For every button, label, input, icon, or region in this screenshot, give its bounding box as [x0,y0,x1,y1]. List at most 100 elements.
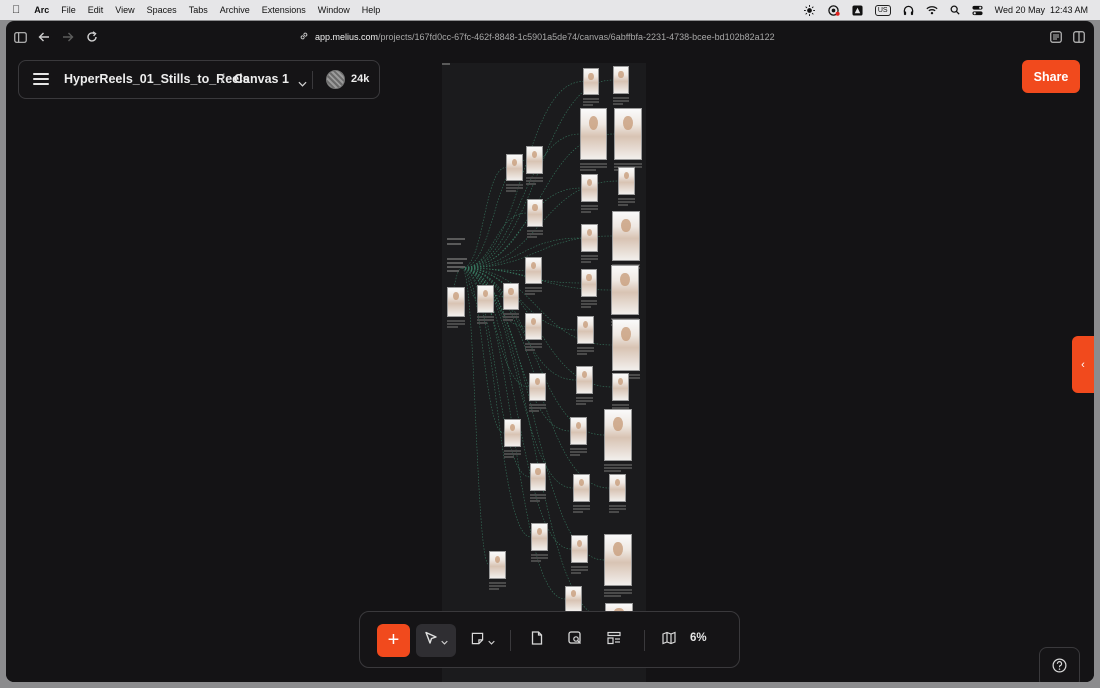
brightness-icon[interactable] [803,4,815,16]
image-node-caption [614,163,642,165]
canvas-name[interactable]: Canvas 1 [234,72,289,86]
menu-app-name[interactable]: Arc [34,5,49,15]
image-search-tool-button[interactable] [563,624,587,657]
prompt-note-line [447,270,459,272]
image-node[interactable] [618,167,635,195]
image-node-caption [525,290,542,292]
keyboard-layout-indicator[interactable]: US [874,4,891,16]
image-node[interactable] [613,66,629,94]
app-status-icon[interactable] [852,4,863,16]
menu-edit[interactable]: Edit [88,5,104,15]
project-header: HyperReels_01_Stills_to_Reels / Canvas 1… [18,60,380,99]
image-node-caption [504,456,514,458]
image-node[interactable] [604,534,632,586]
image-node[interactable] [609,474,626,502]
image-node[interactable] [604,409,632,461]
image-node[interactable] [503,283,519,310]
image-node[interactable] [573,474,590,502]
map-icon [661,631,677,650]
image-node-caption [530,497,546,499]
menubar-datetime[interactable]: Wed 20 May 12:43 AM [995,5,1088,15]
image-node-caption [506,187,523,189]
image-node-caption [477,319,494,321]
toolbar-divider [644,630,645,651]
image-node[interactable] [489,551,506,579]
menu-tabs[interactable]: Tabs [189,5,208,15]
plus-icon: + [387,629,400,651]
image-node[interactable] [583,68,599,95]
image-node[interactable] [612,319,640,371]
prompt-note-line [442,63,450,65]
image-node[interactable] [526,146,543,174]
image-node[interactable] [527,199,543,227]
image-node[interactable] [506,154,523,181]
image-node-caption [581,255,598,257]
image-node[interactable] [529,373,546,401]
share-button[interactable]: Share [1022,60,1080,93]
spotlight-search-icon[interactable] [950,5,960,15]
menu-spaces[interactable]: Spaces [147,5,177,15]
help-button[interactable] [1039,647,1080,682]
image-node[interactable] [525,313,542,340]
image-node[interactable] [581,224,598,252]
prompt-note-line [447,266,465,268]
note-tool-button[interactable] [468,624,498,657]
image-node[interactable] [581,269,597,297]
page-info-icon[interactable] [1048,29,1064,45]
canvas-board[interactable] [442,63,646,682]
minimap-button[interactable] [657,624,681,657]
back-icon[interactable] [36,29,52,45]
address-bar[interactable]: app.melius.com/projects/167fd0cc-67fc-46… [299,30,775,44]
forward-icon[interactable] [60,29,76,45]
image-node[interactable] [580,108,607,160]
image-node-caption [570,451,587,453]
menu-extensions[interactable]: Extensions [262,5,306,15]
image-node[interactable] [576,366,593,394]
image-node-caption [526,183,536,185]
image-node-caption [580,166,607,168]
image-node[interactable] [571,535,588,563]
side-panel-toggle[interactable]: ‹ [1072,336,1094,393]
sidebar-icon[interactable] [12,29,28,45]
image-node[interactable] [477,285,494,313]
image-node-caption [583,104,593,106]
menu-help[interactable]: Help [362,5,381,15]
image-node[interactable] [504,419,521,447]
zoom-level[interactable]: 6% [690,632,707,644]
reload-icon[interactable] [84,29,100,45]
image-node[interactable] [581,174,598,202]
layout-icon [607,631,621,650]
image-node[interactable] [612,211,640,261]
menu-view[interactable]: View [115,5,134,15]
image-node[interactable] [530,463,546,491]
image-node[interactable] [565,586,582,612]
chevron-down-icon[interactable] [298,74,307,92]
image-node[interactable] [577,316,594,344]
headphones-icon[interactable] [903,5,914,16]
wifi-icon[interactable] [926,5,938,15]
document-tool-button[interactable] [525,624,549,657]
select-tool-button[interactable] [416,624,456,657]
add-button[interactable]: + [377,624,410,657]
image-node-caption [506,190,516,192]
apple-icon[interactable]:  [12,4,20,16]
image-node[interactable] [611,265,639,315]
cloud-status-icon[interactable] [827,4,840,16]
image-node[interactable] [614,108,642,160]
image-node-caption [583,98,599,100]
menu-archive[interactable]: Archive [220,5,250,15]
canvas-viewport[interactable]: HyperReels_01_Stills_to_Reels / Canvas 1… [6,53,1094,682]
image-node[interactable] [570,417,587,445]
image-node[interactable] [612,373,629,401]
split-view-icon[interactable] [1071,29,1087,45]
avatar[interactable] [326,70,345,89]
image-node[interactable] [447,287,465,317]
image-node[interactable] [525,257,542,284]
menu-file[interactable]: File [61,5,76,15]
menu-icon[interactable] [33,73,49,85]
menu-window[interactable]: Window [318,5,350,15]
image-node[interactable] [531,523,548,551]
control-center-icon[interactable] [972,5,983,16]
layout-tool-button[interactable] [602,624,626,657]
image-node-caption [531,557,548,559]
